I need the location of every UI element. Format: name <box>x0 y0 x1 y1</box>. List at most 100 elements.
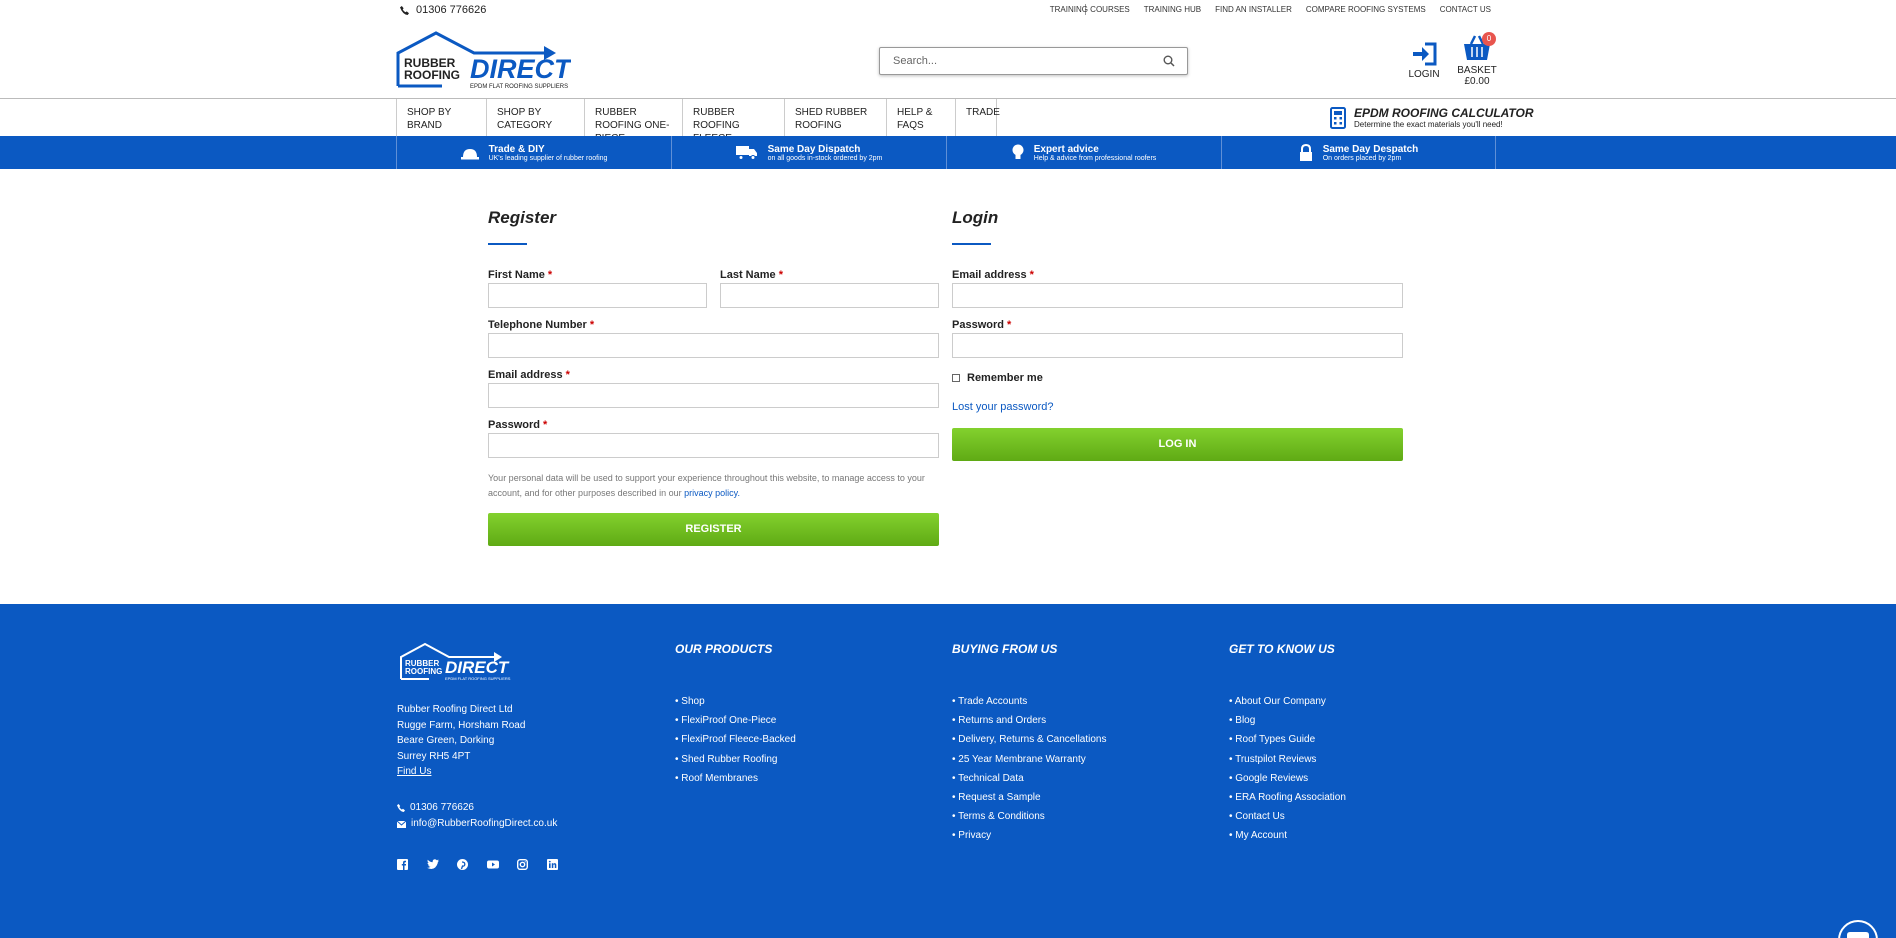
register-email-label: Email address * <box>488 369 570 381</box>
footer-col-products: OUR PRODUCTS Shop FlexiProof One-Piece F… <box>675 642 796 788</box>
lock-icon <box>1299 144 1312 161</box>
login-password-input[interactable] <box>952 333 1403 358</box>
basket-count-badge: 0 <box>1482 32 1496 46</box>
remember-me-checkbox[interactable] <box>952 374 960 382</box>
top-link-training-courses[interactable]: TRAINING COURSES <box>1050 5 1130 14</box>
footer-link-blog[interactable]: Blog <box>1229 711 1346 730</box>
phone-icon <box>397 804 405 812</box>
login-password-label: Password * <box>952 319 1012 331</box>
top-phone-number: 01306 776626 <box>416 4 487 16</box>
footer-link-fleece-backed[interactable]: FlexiProof Fleece-Backed <box>675 730 796 749</box>
chat-icon <box>1847 932 1869 938</box>
svg-text:EPDM FLAT ROOFING SUPPLIERS: EPDM FLAT ROOFING SUPPLIERS <box>470 84 568 90</box>
footer-email[interactable]: info@RubberRoofingDirect.co.uk <box>397 816 557 832</box>
site-logo[interactable]: RUBBER ROOFING DIRECT EPDM FLAT ROOFING … <box>396 31 573 91</box>
footer-logo-graphic: RUBBER ROOFING DIRECT EPDM FLAT ROOFING … <box>400 642 511 681</box>
register-email-input[interactable] <box>488 383 939 408</box>
usp-subtitle: On orders placed by 2pm <box>1322 154 1402 162</box>
footer-link-terms[interactable]: Terms & Conditions <box>952 807 1107 826</box>
nav-shop-by-brand[interactable]: SHOP BY BRAND <box>396 99 486 137</box>
pinterest-icon[interactable] <box>457 857 468 870</box>
top-link-contact[interactable]: CONTACT US <box>1440 5 1491 14</box>
login-section: Login <box>952 208 998 245</box>
top-links: TRAINING COURSES TRAINING HUB FIND AN IN… <box>1050 5 1491 14</box>
nav-trade[interactable]: TRADE <box>955 99 1000 137</box>
footer-link-sample[interactable]: Request a Sample <box>952 788 1107 807</box>
first-name-input[interactable] <box>488 283 707 308</box>
usp-bar: Trade & DIY UK's leading supplier of rubb… <box>0 136 1896 169</box>
footer-link-contact[interactable]: Contact Us <box>1229 807 1346 826</box>
basket-button[interactable]: 0 BASKET £0.00 <box>1456 32 1498 87</box>
remember-me-label: Remember me <box>967 372 1043 384</box>
lost-password-link[interactable]: Lost your password? <box>952 401 1054 413</box>
top-link-find-installer[interactable]: FIND AN INSTALLER <box>1215 5 1292 14</box>
youtube-icon[interactable] <box>487 857 499 869</box>
nav-one-piece[interactable]: RUBBER ROOFING ONE-PIECE <box>584 99 682 144</box>
footer-logo[interactable]: RUBBER ROOFING DIRECT EPDM FLAT ROOFING … <box>399 642 511 682</box>
footer-contact: 01306 776626 info@RubberRoofingDirect.co… <box>397 800 557 832</box>
nav-shed-rubber-roofing[interactable]: SHED RUBBER ROOFING <box>784 99 886 137</box>
login-submit-button[interactable]: LOG IN <box>952 428 1403 461</box>
chat-widget-button[interactable] <box>1838 920 1878 938</box>
top-link-compare[interactable]: COMPARE ROOFING SYSTEMS <box>1306 5 1426 14</box>
footer-link-technical-data[interactable]: Technical Data <box>952 769 1107 788</box>
usp-same-day-despatch: Same Day Despatch On orders placed by 2pm <box>1221 136 1496 169</box>
address-line: Surrey RH5 4PT <box>397 750 471 762</box>
svg-text:DIRECT: DIRECT <box>445 658 510 677</box>
last-name-input[interactable] <box>720 283 939 308</box>
site-footer: RUBBER ROOFING DIRECT EPDM FLAT ROOFING … <box>0 604 1896 938</box>
twitter-icon[interactable] <box>427 857 439 869</box>
top-phone[interactable]: 01306 776626 <box>400 4 486 16</box>
footer-col-title: OUR PRODUCTS <box>675 642 773 656</box>
usp-expert-advice: Expert advice Help & advice from professi… <box>946 136 1221 169</box>
register-password-input[interactable] <box>488 433 939 458</box>
linkedin-icon[interactable] <box>547 857 558 870</box>
top-bar: 01306 776626 TRAINING COURSES TRAINING H… <box>0 0 1896 22</box>
find-us-link[interactable]: Find Us <box>397 764 525 780</box>
nav-shop-by-category[interactable]: SHOP BY CATEGORY <box>486 99 584 137</box>
footer-link-era[interactable]: ERA Roofing Association <box>1229 788 1346 807</box>
usp-same-day-dispatch: Same Day Dispatch on all goods in-stock o… <box>671 136 946 169</box>
login-email-input[interactable] <box>952 283 1403 308</box>
epdm-calculator-link[interactable]: EPDM ROOFING CALCULATOR Determine the ex… <box>1330 106 1534 129</box>
footer-link-trustpilot[interactable]: Trustpilot Reviews <box>1229 750 1346 769</box>
login-heading: Login <box>952 208 999 227</box>
usp-title: Expert advice <box>1033 143 1099 155</box>
footer-link-shed[interactable]: Shed Rubber Roofing <box>675 750 796 769</box>
instagram-icon[interactable] <box>516 857 529 871</box>
top-link-training-hub[interactable]: TRAINING HUB <box>1144 5 1201 14</box>
telephone-input[interactable] <box>488 333 939 358</box>
telephone-label: Telephone Number * <box>488 319 595 331</box>
calculator-icon <box>1330 106 1346 129</box>
login-icon <box>1413 42 1437 66</box>
register-password-label: Password * <box>488 419 548 431</box>
search-box <box>879 47 1188 75</box>
register-button[interactable]: REGISTER <box>488 513 939 546</box>
footer-link-about[interactable]: About Our Company <box>1229 692 1346 711</box>
nav-help-faqs[interactable]: HELP & FAQS <box>886 99 955 137</box>
first-name-label: First Name * <box>488 269 553 281</box>
facebook-icon[interactable] <box>397 857 408 870</box>
privacy-policy-link[interactable]: privacy policy. <box>684 488 740 498</box>
hard-hat-icon <box>460 148 479 159</box>
footer-link-google-reviews[interactable]: Google Reviews <box>1229 769 1346 788</box>
footer-col-title: BUYING FROM US <box>952 642 1058 656</box>
login-button[interactable]: LOGIN <box>1407 42 1441 80</box>
footer-link-shop[interactable]: Shop <box>675 692 796 711</box>
footer-link-one-piece[interactable]: FlexiProof One-Piece <box>675 711 796 730</box>
logo-graphic: RUBBER ROOFING DIRECT EPDM FLAT ROOFING … <box>396 31 573 90</box>
footer-link-membranes[interactable]: Roof Membranes <box>675 769 796 788</box>
footer-link-warranty[interactable]: 25 Year Membrane Warranty <box>952 750 1107 769</box>
footer-link-trade-accounts[interactable]: Trade Accounts <box>952 692 1107 711</box>
address-line: Beare Green, Dorking <box>397 735 495 746</box>
footer-link-delivery[interactable]: Delivery, Returns & Cancellations <box>952 730 1106 749</box>
search-input[interactable] <box>880 48 1150 74</box>
remember-me: Remember me <box>952 372 1043 384</box>
footer-phone[interactable]: 01306 776626 <box>397 800 557 816</box>
footer-link-returns-orders[interactable]: Returns and Orders <box>952 711 1107 730</box>
footer-link-roof-types[interactable]: Roof Types Guide <box>1229 730 1346 749</box>
nav-fleece-backed[interactable]: RUBBER ROOFING FLEECE-BACKED <box>682 99 784 157</box>
search-icon[interactable] <box>1163 55 1175 67</box>
footer-link-privacy[interactable]: Privacy <box>952 826 1107 845</box>
footer-link-my-account[interactable]: My Account <box>1229 826 1346 845</box>
